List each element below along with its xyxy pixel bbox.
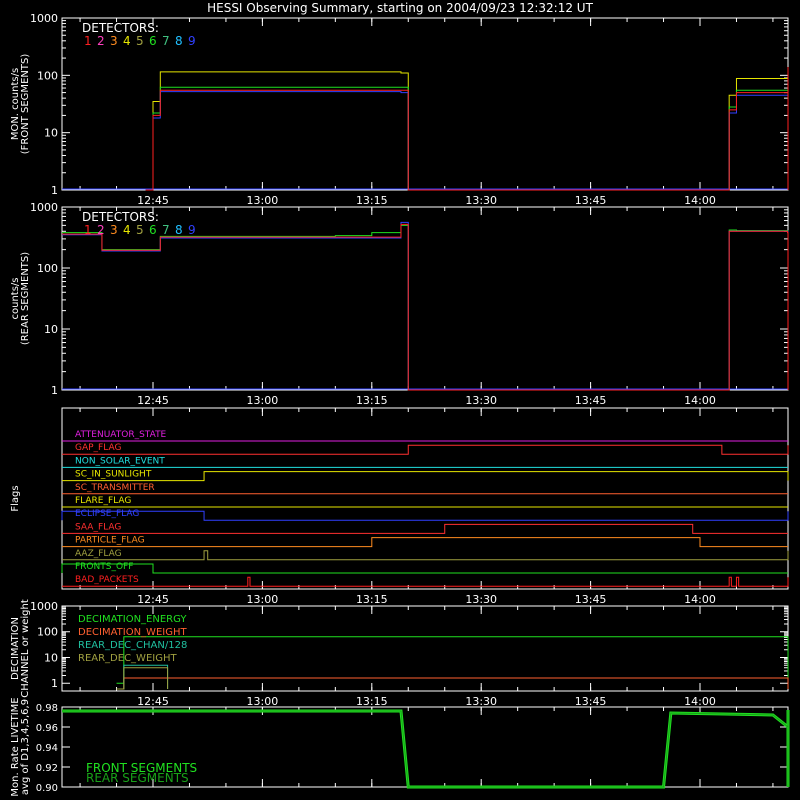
detectors-header: DETECTORS: xyxy=(82,21,159,35)
detector-legend-1: 1 xyxy=(84,223,92,237)
decimation-legend: DECIMATION_WEIGHT xyxy=(78,627,187,638)
decimation-legend: DECIMATION_ENERGY xyxy=(78,614,187,625)
chart-title: HESSI Observing Summary, starting on 200… xyxy=(207,1,593,15)
y-tick-label: 100 xyxy=(37,262,58,275)
x-tick-label: 12:45 xyxy=(137,394,169,407)
flag-label: SAA_FLAG xyxy=(75,522,121,532)
x-tick-label: 13:30 xyxy=(465,394,497,407)
x-tick-label: 12:45 xyxy=(137,695,169,708)
y-tick-label: 0.90 xyxy=(36,783,58,794)
y-tick-label: 0.92 xyxy=(36,763,58,774)
x-tick-label: 13:45 xyxy=(575,593,607,606)
y-axis-label-1: (REAR SEGMENTS) xyxy=(20,252,31,345)
y-axis-label-0: (FRONT SEGMENTS) xyxy=(20,54,31,155)
x-tick-label: 13:45 xyxy=(575,695,607,708)
y-tick-label: 0.98 xyxy=(36,703,58,714)
x-tick-label: 13:15 xyxy=(356,695,388,708)
y-tick-label: 100 xyxy=(37,626,58,639)
y-tick-label: 1000 xyxy=(30,201,58,214)
observing-summary-figure: HESSI Observing Summary, starting on 200… xyxy=(0,0,800,800)
x-tick-label: 14:00 xyxy=(684,194,716,207)
y-tick-label: 1 xyxy=(51,677,58,690)
detector-legend-8: 8 xyxy=(175,223,183,237)
decimation-legend: REAR_DEC_CHAN/128 xyxy=(78,640,187,651)
x-tick-label: 13:00 xyxy=(247,695,279,708)
detector-legend-3: 3 xyxy=(110,34,118,48)
y-tick-label: 0.96 xyxy=(36,723,58,734)
y-axis-label-2: Flags xyxy=(10,485,21,511)
detector-legend-9: 9 xyxy=(188,223,196,237)
flag-label: GAP_FLAG xyxy=(75,443,121,453)
detector-legend-2: 2 xyxy=(97,223,105,237)
y-axis-label-4: avg of D1,3,4,5,6,9 xyxy=(20,699,31,795)
detector-legend-3: 3 xyxy=(110,223,118,237)
x-tick-label: 14:00 xyxy=(684,593,716,606)
detectors-header: DETECTORS: xyxy=(82,210,159,224)
detector-legend-2: 2 xyxy=(97,34,105,48)
detector-legend-7: 7 xyxy=(162,34,170,48)
x-tick-label: 13:15 xyxy=(356,194,388,207)
y-tick-label: 0.94 xyxy=(36,743,58,754)
flag-label: FLARE_FLAG xyxy=(75,496,131,506)
x-tick-label: 13:15 xyxy=(356,394,388,407)
flag-label: NON_SOLAR_EVENT xyxy=(75,456,165,466)
flag-label: BAD_PACKETS xyxy=(75,575,139,585)
flag-label: SC_IN_SUNLIGHT xyxy=(75,470,152,480)
flag-label: SC_TRANSMITTER xyxy=(75,483,155,493)
flag-label: ATTENUATOR_STATE xyxy=(75,430,167,440)
y-tick-label: 100 xyxy=(37,69,58,82)
flag-label: PARTICLE_FLAG xyxy=(75,536,145,546)
detector-legend-7: 7 xyxy=(162,223,170,237)
y-tick-label: 10 xyxy=(44,323,58,336)
y-tick-label: 1 xyxy=(51,384,58,397)
x-tick-label: 13:45 xyxy=(575,394,607,407)
x-tick-label: 13:30 xyxy=(465,593,497,606)
detector-legend-5: 5 xyxy=(136,34,144,48)
y-tick-label: 1000 xyxy=(30,600,58,613)
x-tick-label: 14:00 xyxy=(684,394,716,407)
detector-legend-5: 5 xyxy=(136,223,144,237)
x-tick-label: 13:15 xyxy=(356,593,388,606)
decimation-legend: REAR_DEC_WEIGHT xyxy=(78,653,177,664)
x-tick-label: 12:45 xyxy=(137,593,169,606)
y-tick-label: 10 xyxy=(44,651,58,664)
x-tick-label: 13:00 xyxy=(247,394,279,407)
x-tick-label: 13:00 xyxy=(247,593,279,606)
detector-legend-6: 6 xyxy=(149,34,157,48)
detector-legend-4: 4 xyxy=(123,34,131,48)
x-tick-label: 12:45 xyxy=(137,194,169,207)
y-tick-label: 1000 xyxy=(30,12,58,25)
detector-legend-8: 8 xyxy=(175,34,183,48)
flag-label: AAZ_FLAG xyxy=(75,549,122,559)
x-tick-label: 13:45 xyxy=(575,194,607,207)
detector-legend-6: 6 xyxy=(149,223,157,237)
detector-legend-9: 9 xyxy=(188,34,196,48)
x-tick-label: 13:30 xyxy=(465,695,497,708)
x-tick-label: 13:30 xyxy=(465,194,497,207)
y-tick-label: 10 xyxy=(44,127,58,140)
x-tick-label: 14:00 xyxy=(684,695,716,708)
livetime-legend: REAR SEGMENTS xyxy=(86,771,189,785)
y-tick-label: 1 xyxy=(51,184,58,197)
detector-legend-1: 1 xyxy=(84,34,92,48)
y-axis-label-3: CHANNEL or weight xyxy=(20,599,31,698)
x-tick-label: 13:00 xyxy=(247,194,279,207)
detector-legend-4: 4 xyxy=(123,223,131,237)
